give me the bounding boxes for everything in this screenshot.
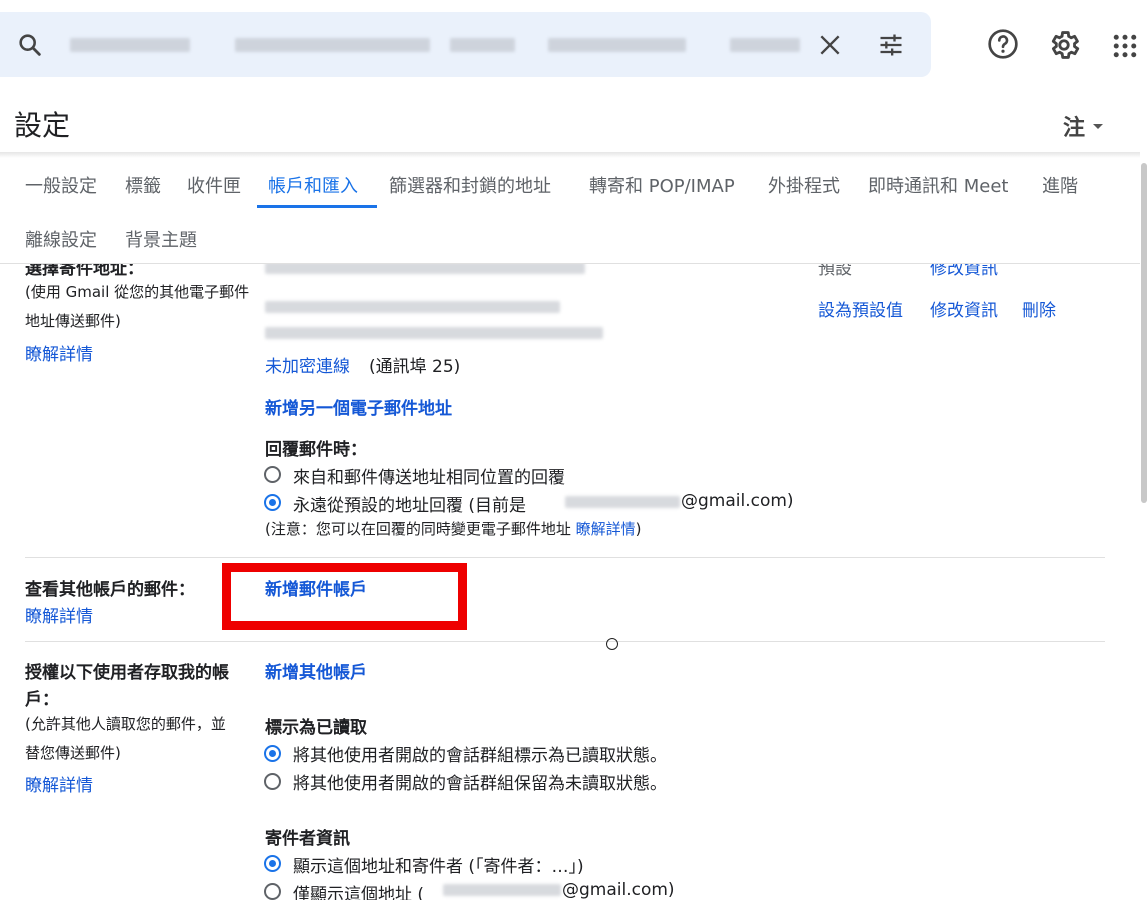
input-tools-select[interactable]: 注 [1063,110,1104,142]
edit-info-link-default[interactable]: 修改資訊 [930,264,998,279]
scrollbar[interactable] [1141,163,1147,503]
tab-advanced[interactable]: 進階 [1042,172,1078,198]
port-label: (通訊埠 25) [369,357,461,377]
delete-link[interactable]: 刪除 [1022,296,1056,321]
reply-note-close: ) [635,520,642,538]
default-badge: 預設 [818,264,852,279]
section-divider [25,641,1105,642]
blurred-address [443,884,561,896]
reply-same-address-label: 來自和郵件傳送地址相同位置的回覆 [293,468,565,488]
show-address-only-label: 僅顯示這個地址 ( [293,885,425,900]
tune-icon[interactable] [876,31,906,59]
reply-heading: 回覆郵件時： [265,440,367,460]
show-address-only-suffix: @gmail.com) [562,880,675,900]
grant-access-title-line2: 戶： [25,690,59,710]
blurred-address [265,327,603,339]
settings-content: 選擇寄件地址： (使用 Gmail 從您的其他電子郵件地址傳送郵件) 瞭解詳情 … [0,264,1147,900]
tab-forwarding-pop-imap[interactable]: 轉寄和 POP/IMAP [589,172,735,198]
top-bar [0,0,1147,88]
leave-unread-radio[interactable] [264,773,281,790]
reply-note-learn-more-link[interactable]: 瞭解詳情 [576,520,636,538]
tab-themes[interactable]: 背景主題 [125,226,197,252]
blurred-query [450,38,515,52]
sender-info-heading: 寄件者資訊 [265,829,350,849]
mark-as-read-label: 將其他使用者開啟的會話群組標示為已讀取狀態。 [293,746,667,766]
highlight-annotation-box [222,563,467,630]
reply-note-text: (注意：您可以在回覆的同時變更電子郵件地址 [265,520,571,538]
apps-icon[interactable] [1110,31,1140,61]
tab-filters[interactable]: 篩選器和封鎖的地址 [389,172,551,198]
grant-access-desc-line1: (允許其他人讀取您的郵件，並 [25,715,226,733]
input-tools-label: 注 [1063,116,1086,141]
send-mail-as-learn-more-link[interactable]: 瞭解詳情 [25,340,93,365]
tab-labels[interactable]: 標籤 [125,172,161,198]
tab-chat-meet[interactable]: 即時通訊和 Meet [868,172,1008,198]
search-bar[interactable] [0,12,931,77]
grant-access-learn-more-link[interactable]: 瞭解詳情 [25,771,93,796]
blurred-address [265,301,560,313]
chevron-down-icon [1093,123,1104,129]
reply-default-address-label: 永遠從預設的地址回覆 (目前是 [293,496,527,516]
mark-as-read-radio[interactable] [264,745,281,762]
tab-general[interactable]: 一般設定 [25,172,97,198]
reply-same-address-radio[interactable] [264,466,281,483]
section-divider [25,557,1105,558]
send-mail-as-desc: (使用 Gmail 從您的其他電子郵件地址傳送郵件) [25,283,250,330]
unencrypted-connection-link[interactable]: 未加密連線 [265,352,350,377]
reply-default-address-suffix: @gmail.com) [681,491,794,511]
show-address-only-radio[interactable] [264,883,281,900]
show-sender-radio[interactable] [264,855,281,872]
blurred-query [70,38,190,52]
search-icon[interactable] [16,31,44,59]
page-title: 設定 [14,109,71,142]
tab-accounts-import[interactable]: 帳戶和匯入 [268,172,358,198]
set-default-link[interactable]: 設為預設值 [818,296,903,321]
grant-access-desc-line2: 替您傳送郵件) [25,744,121,762]
check-mail-title: 查看其他帳戶的郵件： [25,580,195,600]
mouse-cursor [606,638,618,650]
show-sender-label: 顯示這個地址和寄件者 (「寄件者：…」) [293,857,584,877]
blurred-query [548,38,686,52]
edit-info-link[interactable]: 修改資訊 [930,296,998,321]
gear-icon[interactable] [1047,28,1081,62]
send-mail-as-title: 選擇寄件地址： [25,264,144,279]
tab-addons[interactable]: 外掛程式 [768,172,840,198]
check-mail-learn-more-link[interactable]: 瞭解詳情 [25,602,93,627]
blurred-address [565,496,680,508]
add-another-email-link[interactable]: 新增另一個電子郵件地址 [265,394,452,419]
reply-note: (注意：您可以在回覆的同時變更電子郵件地址 瞭解詳情) [265,518,642,539]
tab-inbox[interactable]: 收件匣 [187,172,241,198]
grant-access-title-line1: 授權以下使用者存取我的帳 [25,663,229,683]
clear-icon[interactable] [817,32,843,58]
mark-read-heading: 標示為已讀取 [265,718,367,738]
active-tab-indicator [257,205,377,208]
add-other-account-link[interactable]: 新增其他帳戶 [265,658,367,683]
tab-offline[interactable]: 離線設定 [25,226,97,252]
reply-default-address-radio[interactable] [264,494,281,511]
settings-tabs: 一般設定 標籤 收件匣 帳戶和匯入 篩選器和封鎖的地址 轉寄和 POP/IMAP… [0,158,1147,210]
blurred-address [265,264,585,274]
help-icon[interactable] [987,28,1019,60]
blurred-query [730,38,800,52]
blurred-query [235,38,430,52]
leave-unread-label: 將其他使用者開啟的會話群組保留為未讀取狀態。 [293,774,667,794]
